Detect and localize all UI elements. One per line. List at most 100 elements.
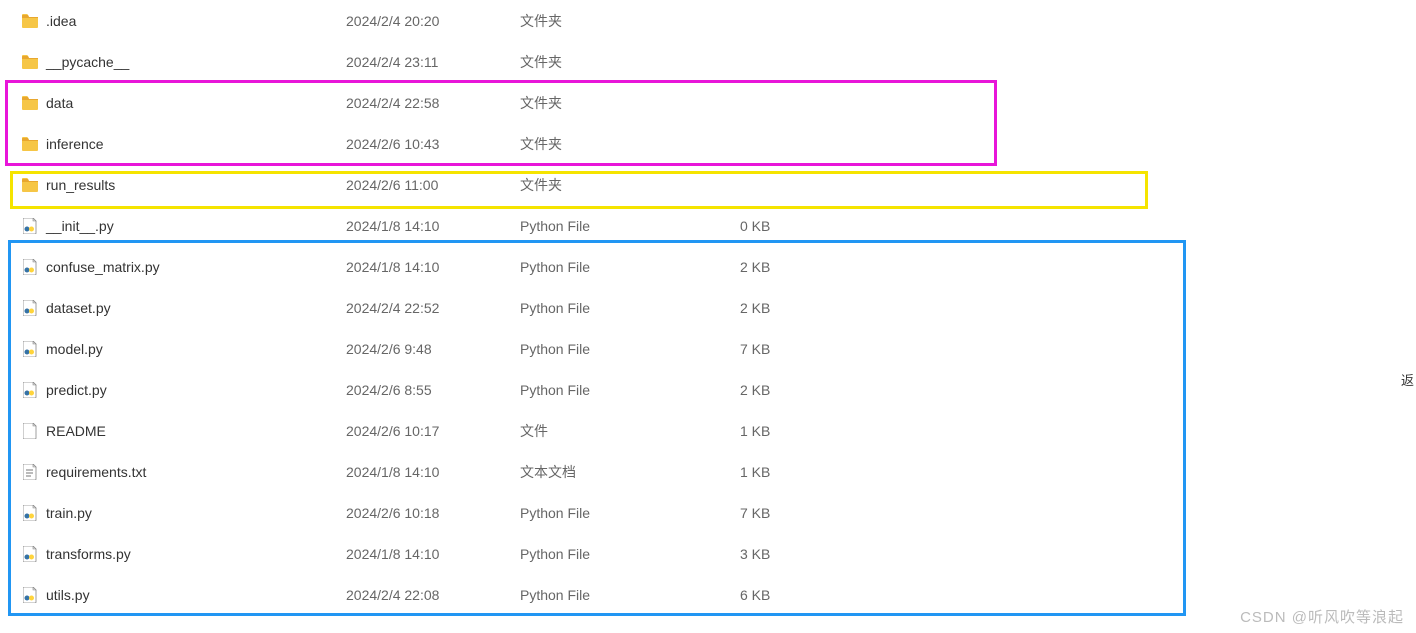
pyfile-icon <box>22 546 38 562</box>
col-name: run_results <box>22 177 346 193</box>
file-date: 2024/2/6 10:17 <box>346 423 520 439</box>
file-row[interactable]: requirements.txt 2024/1/8 14:10文本文档1 KB <box>0 451 1416 492</box>
file-name: model.py <box>46 341 103 357</box>
file-date: 2024/1/8 14:10 <box>346 259 520 275</box>
file-name: requirements.txt <box>46 464 146 480</box>
file-name: transforms.py <box>46 546 131 562</box>
file-type: 文件夹 <box>520 93 740 113</box>
pyfile-icon <box>22 259 38 275</box>
pyfile-icon <box>22 300 38 316</box>
folder-icon <box>22 13 38 29</box>
file-date: 2024/2/6 10:43 <box>346 136 520 152</box>
file-date: 2024/1/8 14:10 <box>346 546 520 562</box>
folder-icon <box>22 136 38 152</box>
file-row[interactable]: utils.py 2024/2/4 22:08Python File6 KB <box>0 574 1416 615</box>
file-row[interactable]: confuse_matrix.py 2024/1/8 14:10Python Fi… <box>0 246 1416 287</box>
file-type: Python File <box>520 587 740 603</box>
folder-icon <box>22 177 38 193</box>
pyfile-icon <box>22 341 38 357</box>
col-name: inference <box>22 136 346 152</box>
file-date: 2024/2/6 9:48 <box>346 341 520 357</box>
col-name: data <box>22 95 346 111</box>
file-row[interactable]: run_results2024/2/6 11:00文件夹 <box>0 164 1416 205</box>
file-name: __pycache__ <box>46 54 129 70</box>
col-name: README <box>22 423 346 439</box>
pyfile-icon <box>22 505 38 521</box>
file-name: inference <box>46 136 104 152</box>
file-type: Python File <box>520 218 740 234</box>
file-type: Python File <box>520 341 740 357</box>
file-size: 2 KB <box>740 382 860 398</box>
file-name: predict.py <box>46 382 107 398</box>
file-size: 7 KB <box>740 505 860 521</box>
file-type: 文件夹 <box>520 175 740 195</box>
file-name: README <box>46 423 106 439</box>
side-char: 返 <box>1401 370 1414 389</box>
file-type: Python File <box>520 546 740 562</box>
file-type: Python File <box>520 259 740 275</box>
file-name: train.py <box>46 505 92 521</box>
col-name: dataset.py <box>22 300 346 316</box>
file-size: 2 KB <box>740 300 860 316</box>
file-size: 6 KB <box>740 587 860 603</box>
file-date: 2024/2/4 20:20 <box>346 13 520 29</box>
file-row[interactable]: model.py 2024/2/6 9:48Python File7 KB <box>0 328 1416 369</box>
file-row[interactable]: predict.py 2024/2/6 8:55Python File2 KB <box>0 369 1416 410</box>
pyfile-icon <box>22 382 38 398</box>
file-date: 2024/2/4 23:11 <box>346 54 520 70</box>
file-row[interactable]: dataset.py 2024/2/4 22:52Python File2 KB <box>0 287 1416 328</box>
col-name: transforms.py <box>22 546 346 562</box>
file-type: 文件夹 <box>520 11 740 31</box>
col-name: confuse_matrix.py <box>22 259 346 275</box>
txtfile-icon <box>22 464 38 480</box>
col-name: predict.py <box>22 382 346 398</box>
file-size: 1 KB <box>740 423 860 439</box>
col-name: __init__.py <box>22 218 346 234</box>
file-row[interactable]: .idea2024/2/4 20:20文件夹 <box>0 0 1416 41</box>
col-name: model.py <box>22 341 346 357</box>
col-name: requirements.txt <box>22 464 346 480</box>
file-size: 0 KB <box>740 218 860 234</box>
file-name: data <box>46 95 73 111</box>
col-name: __pycache__ <box>22 54 346 70</box>
file-row[interactable]: README 2024/2/6 10:17文件1 KB <box>0 410 1416 451</box>
file-size: 7 KB <box>740 341 860 357</box>
file-name: __init__.py <box>46 218 114 234</box>
file-row[interactable]: data 2024/2/4 22:58文件夹 <box>0 82 1416 123</box>
file-list: .idea2024/2/4 20:20文件夹__pycache__2024/2/… <box>0 0 1416 615</box>
file-name: confuse_matrix.py <box>46 259 160 275</box>
file-type: 文本文档 <box>520 462 740 482</box>
col-name: utils.py <box>22 587 346 603</box>
file-row[interactable]: __pycache__ 2024/2/4 23:11文件夹 <box>0 41 1416 82</box>
file-date: 2024/1/8 14:10 <box>346 218 520 234</box>
file-type: 文件 <box>520 421 740 441</box>
folder-icon <box>22 95 38 111</box>
file-date: 2024/2/6 11:00 <box>346 177 520 193</box>
folder-icon <box>22 54 38 70</box>
file-date: 2024/1/8 14:10 <box>346 464 520 480</box>
file-type: Python File <box>520 300 740 316</box>
file-size: 3 KB <box>740 546 860 562</box>
file-date: 2024/2/4 22:08 <box>346 587 520 603</box>
genfile-icon <box>22 423 38 439</box>
file-size: 2 KB <box>740 259 860 275</box>
file-date: 2024/2/6 8:55 <box>346 382 520 398</box>
pyfile-icon <box>22 218 38 234</box>
file-type: Python File <box>520 505 740 521</box>
file-date: 2024/2/4 22:58 <box>346 95 520 111</box>
file-row[interactable]: inference 2024/2/6 10:43文件夹 <box>0 123 1416 164</box>
file-row[interactable]: train.py 2024/2/6 10:18Python File7 KB <box>0 492 1416 533</box>
pyfile-icon <box>22 587 38 603</box>
file-date: 2024/2/6 10:18 <box>346 505 520 521</box>
file-date: 2024/2/4 22:52 <box>346 300 520 316</box>
file-type: 文件夹 <box>520 52 740 72</box>
file-name: dataset.py <box>46 300 111 316</box>
watermark-text: CSDN @听风吹等浪起 <box>1240 606 1404 627</box>
file-type: Python File <box>520 382 740 398</box>
file-row[interactable]: transforms.py 2024/1/8 14:10Python File3 … <box>0 533 1416 574</box>
file-name: utils.py <box>46 587 90 603</box>
file-type: 文件夹 <box>520 134 740 154</box>
file-size: 1 KB <box>740 464 860 480</box>
col-name: .idea <box>22 13 346 29</box>
file-row[interactable]: __init__.py 2024/1/8 14:10Python File0 KB <box>0 205 1416 246</box>
